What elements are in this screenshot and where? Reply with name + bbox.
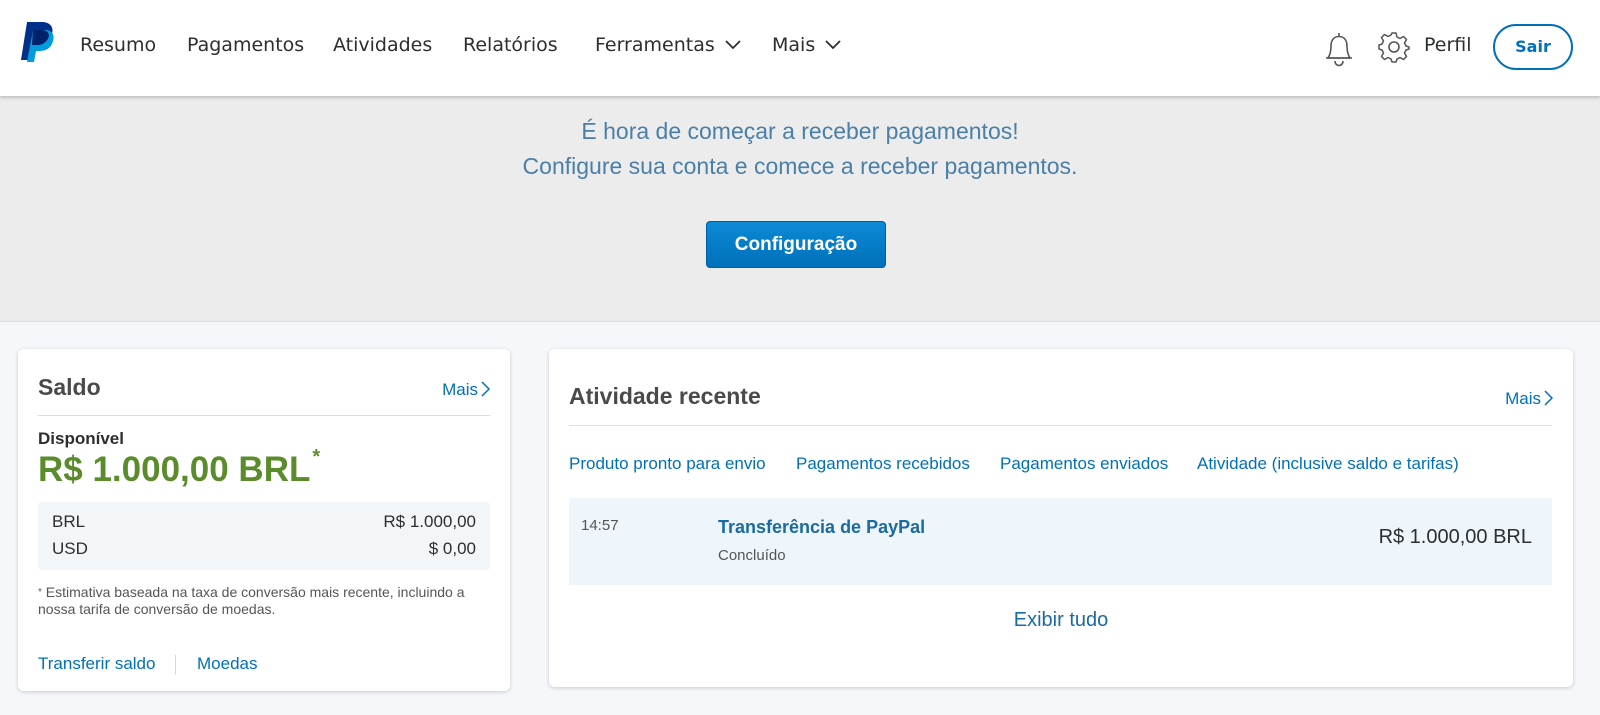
available-amount-value: R$ 1.000,00 BRL (38, 450, 311, 489)
view-all-link[interactable]: Exibir tudo (549, 609, 1573, 632)
conversion-footnote: * Estimativa baseada na taxa de conversã… (38, 584, 498, 618)
nav-item-relatorios[interactable]: Relatórios (463, 33, 558, 57)
currency-row: BRL R$ 1.000,00 (52, 512, 476, 532)
profile-link[interactable]: Perfil (1424, 34, 1472, 56)
gear-icon[interactable] (1378, 31, 1410, 63)
recent-activity-card: Atividade recente Mais Produto pronto pa… (549, 349, 1573, 687)
currency-row: USD $ 0,00 (52, 539, 476, 559)
tab-all-activity[interactable]: Atividade (inclusive saldo e tarifas) (1197, 454, 1459, 474)
top-navigation: Resumo Pagamentos Atividades Relatórios … (0, 0, 1600, 96)
nav-item-pagamentos[interactable]: Pagamentos (187, 33, 304, 57)
currency-code: USD (52, 539, 88, 558)
bell-icon[interactable] (1322, 30, 1356, 68)
logout-button[interactable]: Sair (1493, 24, 1573, 70)
setup-button[interactable]: Configuração (706, 221, 886, 268)
nav-item-mais[interactable]: Mais (772, 33, 841, 57)
chevron-down-icon (725, 32, 741, 56)
currency-code: BRL (52, 512, 86, 531)
activity-title: Atividade recente (569, 383, 761, 409)
footnote-text: Estimativa baseada na taxa de conversão … (38, 584, 465, 617)
currency-amount: $ 0,00 (428, 539, 476, 558)
nav-item-atividades[interactable]: Atividades (333, 33, 432, 57)
banner-headline: É hora de começar a receber pagamentos! (581, 118, 1019, 144)
chevron-right-icon (1544, 390, 1554, 406)
activity-name[interactable]: Transferência de PayPal (718, 517, 925, 538)
currencies-link[interactable]: Moedas (197, 654, 257, 674)
balance-more-link[interactable]: Mais (442, 380, 491, 400)
banner-subtitle: Configure sua conta e comece a receber p… (522, 153, 1078, 179)
setup-banner: É hora de começar a receber pagamentos! … (0, 96, 1600, 322)
paypal-logo-icon[interactable] (18, 20, 56, 64)
activity-amount: R$ 1.000,00 BRL (1378, 526, 1532, 548)
nav-item-ferramentas-label: Ferramentas (595, 34, 715, 56)
available-label: Disponível (38, 429, 124, 448)
chevron-right-icon (481, 381, 491, 397)
balance-card: Saldo Mais Disponível R$ 1.000,00 BRL * B… (18, 349, 510, 691)
balance-title: Saldo (38, 374, 101, 400)
activity-status: Concluído (718, 547, 786, 564)
activity-time: 14:57 (581, 517, 619, 534)
activity-more-label: Mais (1505, 389, 1541, 408)
tab-payments-received[interactable]: Pagamentos recebidos (796, 454, 970, 474)
balance-more-label: Mais (442, 380, 478, 399)
nav-item-resumo[interactable]: Resumo (80, 33, 156, 57)
currency-amount: R$ 1.000,00 (383, 512, 476, 531)
link-separator (175, 655, 176, 675)
tab-ready-to-ship[interactable]: Produto pronto para envio (569, 454, 766, 474)
tab-payments-sent[interactable]: Pagamentos enviados (1000, 454, 1168, 474)
balance-divider (38, 415, 490, 416)
nav-item-mais-label: Mais (772, 34, 816, 56)
available-amount: R$ 1.000,00 BRL * (38, 446, 320, 490)
activity-row[interactable]: 14:57 Transferência de PayPal Concluído … (569, 498, 1552, 585)
transfer-balance-link[interactable]: Transferir saldo (38, 654, 155, 674)
currency-list: BRL R$ 1.000,00 USD $ 0,00 (38, 502, 490, 570)
footnote-asterisk: * (38, 587, 42, 598)
chevron-down-icon (825, 32, 841, 56)
amount-asterisk: * (312, 446, 321, 468)
activity-divider (569, 425, 1552, 426)
nav-item-ferramentas[interactable]: Ferramentas (595, 33, 741, 57)
activity-more-link[interactable]: Mais (1505, 389, 1554, 409)
